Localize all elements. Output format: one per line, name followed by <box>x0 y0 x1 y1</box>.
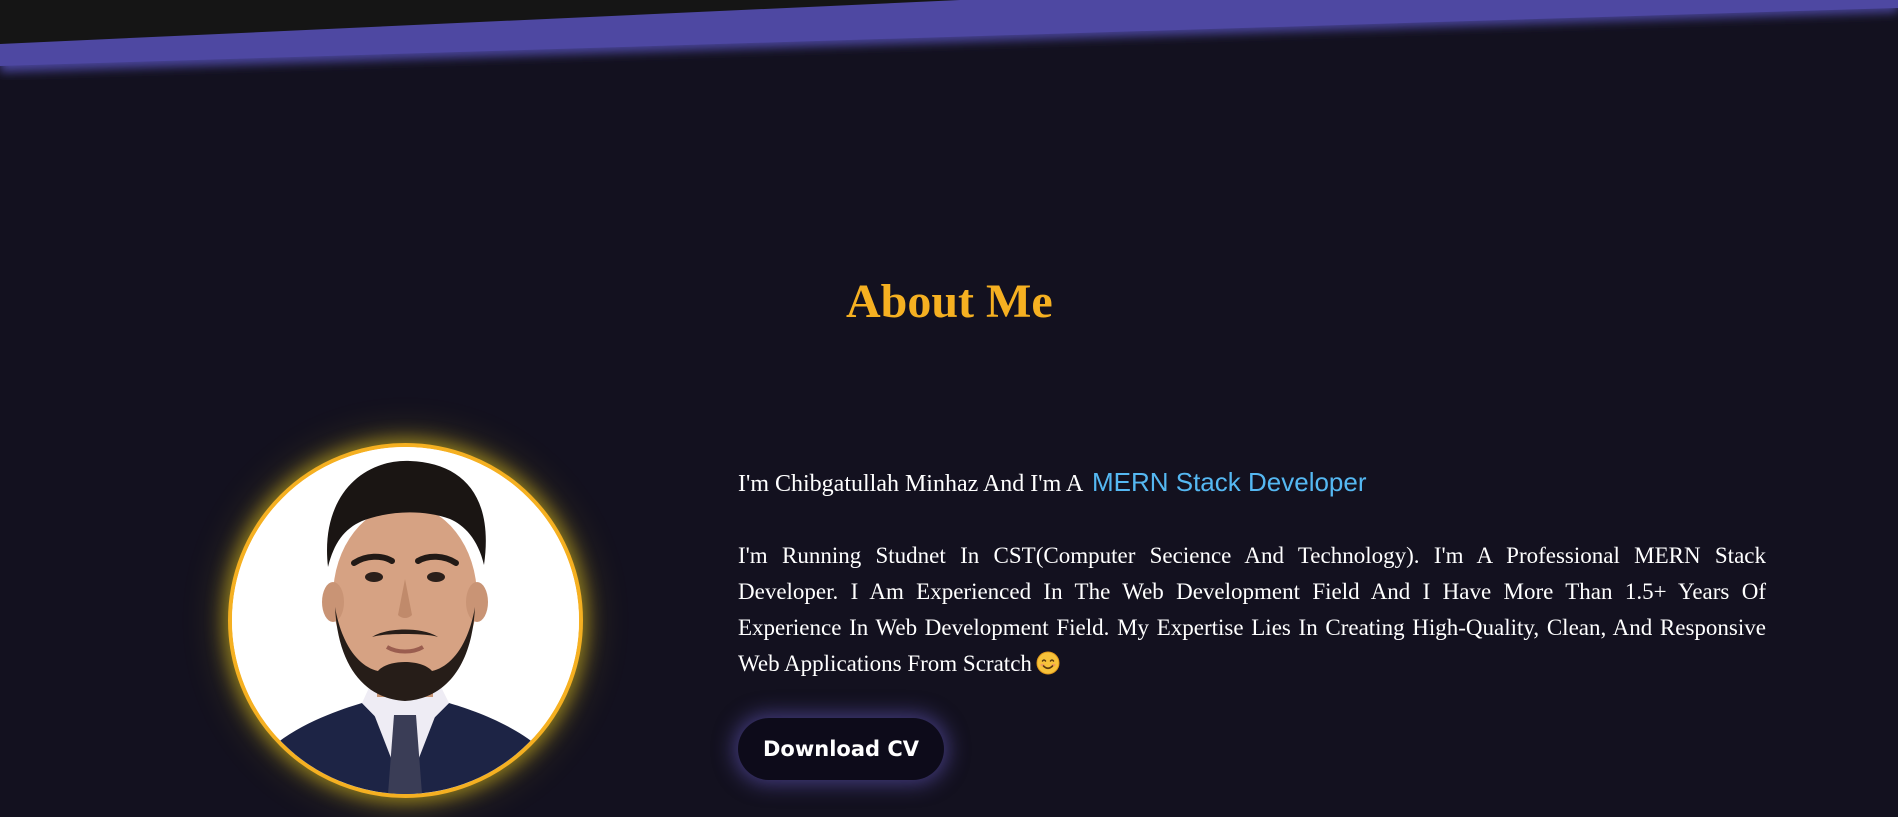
profile-photo <box>228 443 583 798</box>
role-highlight: MERN Stack Developer <box>1091 467 1367 497</box>
top-decorative-band <box>0 0 1898 80</box>
section-title: About Me <box>846 275 1053 328</box>
intro-text: I'm Chibgatullah Minhaz And I'm A <box>738 471 1082 497</box>
download-cv-button[interactable]: Download CV <box>738 718 944 780</box>
intro-line: I'm Chibgatullah Minhaz And I'm A MERN S… <box>738 466 1367 500</box>
smiling-face-emoji-icon <box>1036 651 1060 675</box>
bio-paragraph: I'm Running Studnet In CST(Computer Seci… <box>738 538 1766 682</box>
bio-text: I'm Running Studnet In CST(Computer Seci… <box>738 543 1766 676</box>
